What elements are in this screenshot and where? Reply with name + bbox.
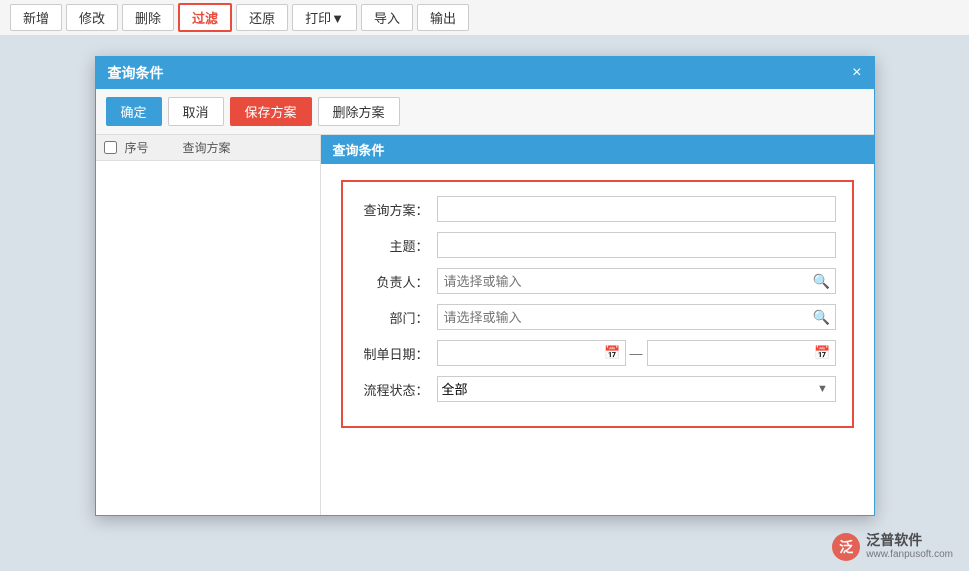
new-button[interactable]: 新增 bbox=[10, 4, 62, 31]
date-to-input[interactable] bbox=[648, 344, 811, 362]
import-button[interactable]: 导入 bbox=[361, 4, 413, 31]
left-panel-header: 序号 查询方案 bbox=[96, 135, 320, 161]
select-all-checkbox[interactable] bbox=[104, 141, 117, 154]
logo-sub: www.fanpusoft.com bbox=[866, 549, 953, 561]
date-range: 📅 — 📅 bbox=[437, 340, 836, 366]
dialog-title: 查询条件 bbox=[108, 63, 164, 83]
flow-status-label: 流程状态： bbox=[359, 380, 429, 399]
department-search-icon[interactable]: 🔍 bbox=[809, 305, 835, 329]
department-row: 部门： 🔍 bbox=[359, 304, 836, 330]
department-input-wrapper: 🔍 bbox=[437, 304, 836, 330]
dialog-actions: 确定 取消 保存方案 删除方案 bbox=[96, 89, 874, 135]
toolbar: 新增 修改 删除 过滤 还原 打印▼ 导入 输出 bbox=[0, 0, 969, 36]
department-input[interactable] bbox=[438, 308, 809, 327]
dialog-title-bar: 查询条件 × bbox=[96, 57, 874, 89]
dialog: 查询条件 × 确定 取消 保存方案 删除方案 序号 查询方案 bbox=[95, 56, 875, 516]
delete-plan-button[interactable]: 删除方案 bbox=[318, 97, 400, 126]
subject-label: 主题： bbox=[359, 236, 429, 255]
date-from-input[interactable] bbox=[438, 344, 601, 362]
subject-row: 主题： bbox=[359, 232, 836, 258]
col-num-header: 序号 bbox=[125, 139, 175, 156]
date-to-wrapper: 📅 bbox=[647, 340, 836, 366]
page-footer: 泛 泛普软件 www.fanpusoft.com bbox=[832, 532, 953, 561]
right-panel: 查询条件 查询方案： 主题： bbox=[321, 135, 874, 515]
form-box: 查询方案： 主题： 负责人： bbox=[341, 180, 854, 428]
left-panel-content bbox=[96, 161, 320, 515]
print-button[interactable]: 打印▼ bbox=[292, 4, 357, 31]
flow-status-select[interactable]: 全部 进行中 已完成 已取消 bbox=[438, 380, 811, 399]
query-plan-label: 查询方案： bbox=[359, 200, 429, 219]
right-panel-title: 查询条件 bbox=[321, 135, 874, 164]
logo-text: 泛普软件 www.fanpusoft.com bbox=[866, 532, 953, 561]
logo-main: 泛普软件 bbox=[866, 532, 953, 549]
date-row: 制单日期： 📅 — 📅 bbox=[359, 340, 836, 366]
restore-button[interactable]: 还原 bbox=[236, 4, 288, 31]
date-label: 制单日期： bbox=[359, 344, 429, 363]
export-button[interactable]: 输出 bbox=[417, 4, 469, 31]
modal-overlay: 查询条件 × 确定 取消 保存方案 删除方案 序号 查询方案 bbox=[0, 36, 969, 571]
logo-icon: 泛 bbox=[832, 533, 860, 561]
subject-input[interactable] bbox=[437, 232, 836, 258]
query-plan-input[interactable] bbox=[437, 196, 836, 222]
owner-row: 负责人： 🔍 bbox=[359, 268, 836, 294]
query-plan-row: 查询方案： bbox=[359, 196, 836, 222]
delete-button[interactable]: 删除 bbox=[122, 4, 174, 31]
owner-search-icon[interactable]: 🔍 bbox=[809, 269, 835, 293]
dropdown-icon: ▼ bbox=[811, 377, 835, 401]
filter-button[interactable]: 过滤 bbox=[178, 3, 232, 32]
date-separator: — bbox=[630, 346, 643, 361]
close-button[interactable]: × bbox=[852, 65, 861, 81]
cal-from-icon[interactable]: 📅 bbox=[601, 341, 625, 365]
date-from-wrapper: 📅 bbox=[437, 340, 626, 366]
edit-button[interactable]: 修改 bbox=[66, 4, 118, 31]
flow-status-wrapper: 全部 进行中 已完成 已取消 ▼ bbox=[437, 376, 836, 402]
save-plan-button[interactable]: 保存方案 bbox=[230, 97, 312, 126]
right-panel-content: 查询方案： 主题： 负责人： bbox=[321, 164, 874, 515]
owner-input[interactable] bbox=[438, 272, 809, 291]
owner-label: 负责人： bbox=[359, 272, 429, 291]
cal-to-icon[interactable]: 📅 bbox=[811, 341, 835, 365]
col-name-header: 查询方案 bbox=[183, 139, 312, 156]
flow-status-row: 流程状态： 全部 进行中 已完成 已取消 ▼ bbox=[359, 376, 836, 402]
cancel-button[interactable]: 取消 bbox=[168, 97, 224, 126]
dialog-body: 序号 查询方案 查询条件 查询方案： bbox=[96, 135, 874, 515]
left-panel: 序号 查询方案 bbox=[96, 135, 321, 515]
department-label: 部门： bbox=[359, 308, 429, 327]
confirm-button[interactable]: 确定 bbox=[106, 97, 162, 126]
owner-input-wrapper: 🔍 bbox=[437, 268, 836, 294]
